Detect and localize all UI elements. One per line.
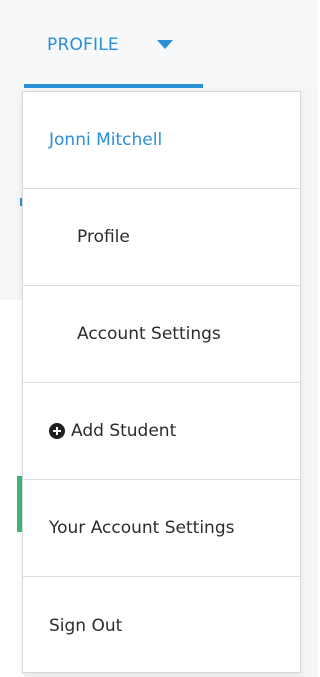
menu-item-label: Sign Out bbox=[49, 615, 123, 636]
profile-tab-label: PROFILE bbox=[47, 35, 119, 55]
page: PROFILE Jonni Mitchell Profile Account S… bbox=[0, 0, 318, 677]
menu-item-account-settings[interactable]: Account Settings bbox=[23, 286, 300, 383]
menu-item-label: Your Account Settings bbox=[49, 518, 235, 538]
menu-item-add-student[interactable]: Add Student bbox=[23, 383, 300, 480]
caret-down-icon bbox=[157, 40, 173, 49]
profile-dropdown-toggle[interactable]: PROFILE bbox=[24, 0, 203, 88]
menu-item-label: Account Settings bbox=[77, 324, 221, 344]
menu-item-your-account-settings[interactable]: Your Account Settings bbox=[23, 480, 300, 577]
menu-item-label: Profile bbox=[77, 227, 130, 247]
top-nav-bar: PROFILE bbox=[0, 0, 318, 88]
menu-user-name[interactable]: Jonni Mitchell bbox=[23, 92, 300, 189]
menu-item-profile[interactable]: Profile bbox=[23, 189, 300, 286]
plus-circle-icon bbox=[49, 423, 65, 439]
menu-item-sign-out[interactable]: Sign Out bbox=[23, 577, 300, 674]
menu-item-label: Add Student bbox=[71, 421, 177, 441]
profile-dropdown-menu: Jonni Mitchell Profile Account Settings … bbox=[22, 91, 301, 673]
active-tab-indicator bbox=[24, 84, 203, 88]
user-name-label: Jonni Mitchell bbox=[49, 130, 163, 150]
